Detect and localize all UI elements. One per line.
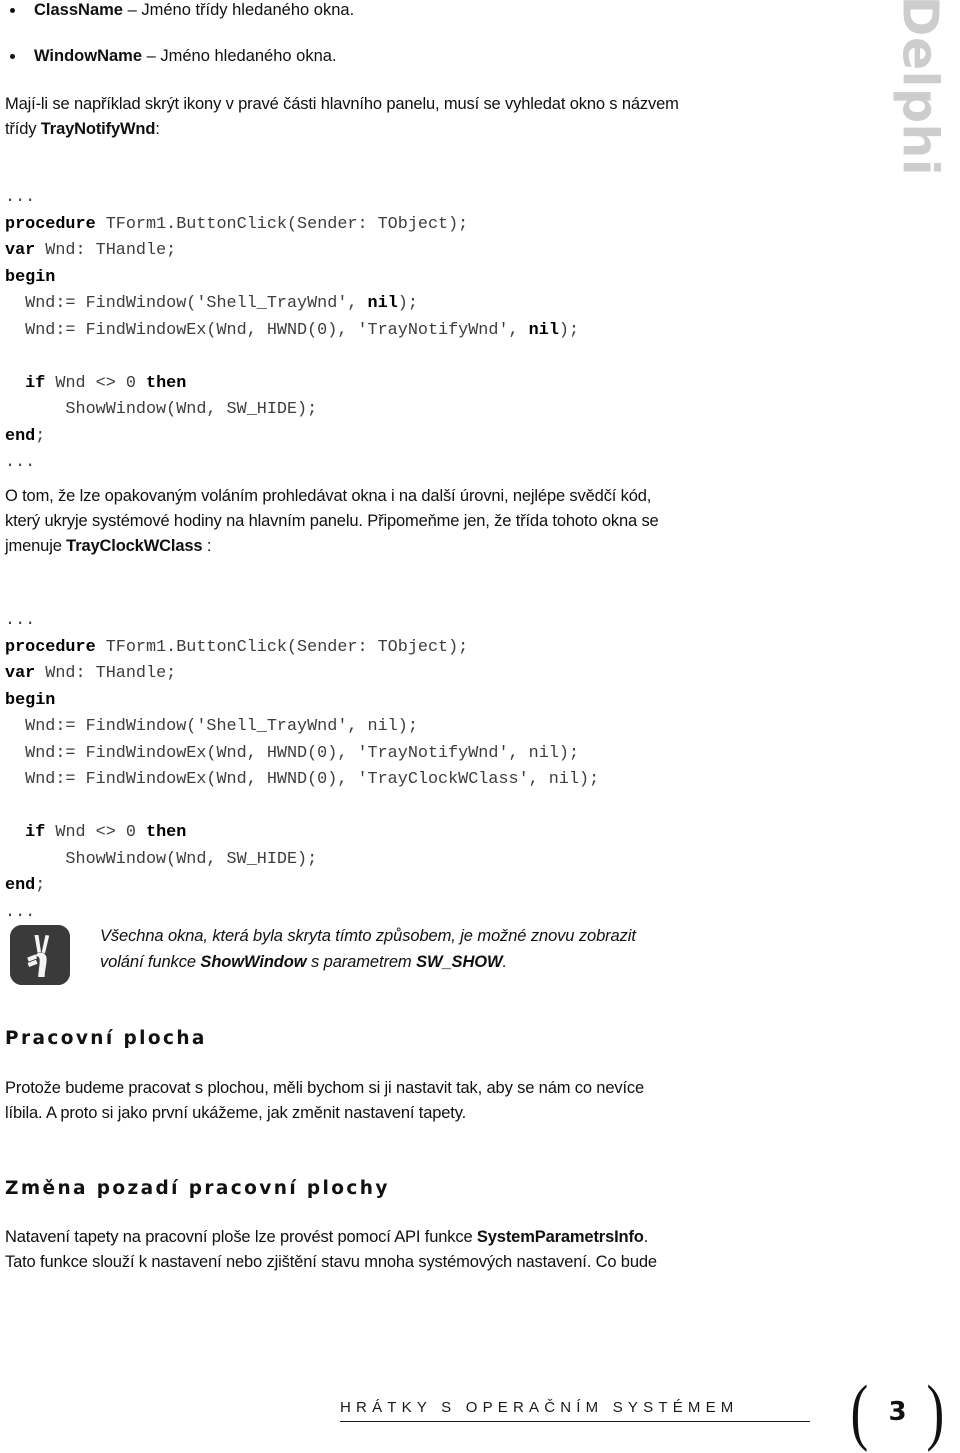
code-ellipsis: ... [5,453,36,472]
code-keyword: if [5,823,46,842]
section-2-paragraph: Natavení tapety na pracovní ploše lze pr… [5,1225,795,1275]
code-ellipsis: ... [5,188,36,207]
code-keyword: then [146,823,187,842]
intro-paragraph: Mají-li se například skrýt ikony v pravé… [5,92,795,142]
code-text: ); [397,294,418,313]
code-keyword: var [5,241,36,260]
middle-line-3-suffix: : [202,537,212,555]
code-text: Wnd:= FindWindowEx(Wnd, HWND(0), 'TrayNo… [5,320,529,340]
code-keyword: procedure [5,637,96,657]
section-2-line-2: Tato funkce slouží k nastavení nebo zjiš… [5,1253,657,1271]
paragraph-line: třídy TrayNotifyWnd: [5,117,795,142]
bullet-description: Jméno třídy hledaného okna. [141,1,355,19]
paragraph-line: Protože budeme pracovat s plochou, měli … [5,1076,795,1101]
paragraph-line: Mají-li se například skrýt ikony v pravé… [5,92,795,117]
section-heading: Pracovní plocha [5,1028,207,1049]
code-text: ; [35,876,46,895]
note-function-name: ShowWindow [200,953,307,971]
code-text: Wnd:= FindWindowEx(Wnd, HWND(0), 'TrayNo… [5,743,580,763]
code-keyword: var [5,664,36,683]
middle-paragraph: O tom, že lze opakovaným voláním prohled… [5,484,795,559]
paragraph-line: Tato funkce slouží k nastavení nebo zjiš… [5,1250,795,1275]
bracket-right: ) [926,1371,945,1453]
bullet-dash: – [142,47,161,65]
code-keyword: nil [528,320,559,340]
code-text: TForm1.ButtonClick(Sender: TObject); [95,214,469,234]
section-1-line-2: líbila. A proto si jako první ukážeme, j… [5,1104,467,1122]
code-text: Wnd:= FindWindow('Shell_TrayWnd', [5,294,368,313]
list-item: WindowName – Jméno hledaného okna. [5,46,795,67]
bullet-description: Jméno hledaného okna. [160,47,337,65]
bullet-term: WindowName [34,47,143,65]
middle-line-2: který ukryje systémové hodiny na hlavním… [5,512,659,530]
intro-line-2-suffix: : [155,120,160,138]
middle-class-name: TrayClockWClass [66,537,203,555]
note-constant-name: SW_SHOW [416,953,503,971]
footer-chapter-title: HRÁTKY S OPERAČNÍM SYSTÉMEM [340,1399,810,1422]
bullet-dash: – [122,1,142,19]
section-2-line-1-prefix: Natavení tapety na pracovní ploše lze pr… [5,1228,477,1246]
note-line-2-prefix: volání funkce [100,953,201,971]
definition-bullet-list: ClassName – Jméno třídy hledaného okna. … [5,0,795,92]
bullet-term: ClassName [34,1,123,19]
code-text: Wnd:= FindWindowEx(Wnd, HWND(0), 'TrayCl… [5,770,600,789]
code-text: ); [558,320,580,340]
code-listing: ... procedure TForm1.ButtonClick(Sender:… [5,185,795,477]
paragraph-line: líbila. A proto si jako první ukážeme, j… [5,1101,795,1126]
paragraph-line: který ukryje systémové hodiny na hlavním… [5,509,795,534]
code-text: ; [35,426,46,446]
note-line-2-suffix: . [502,953,507,971]
paragraph-line: Natavení tapety na pracovní ploše lze pr… [5,1225,795,1250]
code-keyword: nil [367,294,398,313]
section-1-line-1: Protože budeme pracovat s plochou, měli … [5,1079,645,1097]
code-keyword: begin [5,267,56,287]
section-1-heading-wrap: Pracovní plocha [5,1028,795,1049]
brand-rail: Delphi [880,0,960,240]
note-line-2: volání funkce ShowWindow s parametrem SW… [100,949,795,975]
code-block-2: ... procedure TForm1.ButtonClick(Sender:… [5,608,795,926]
page-footer: HRÁTKY S OPERAČNÍM SYSTÉMEM ( 3 ) [0,1371,960,1453]
paragraph-line: O tom, že lze opakovaným voláním prohled… [5,484,795,509]
code-keyword: end [5,876,36,895]
code-text: TForm1.ButtonClick(Sender: TObject); [95,637,469,657]
bullet-dot-icon [10,54,15,59]
code-keyword: begin [5,690,56,710]
intro-line-1: Mají-li se například skrýt ikony v pravé… [5,95,679,113]
delphi-vertical-label: Delphi [891,0,949,177]
code-ellipsis: ... [5,611,36,630]
section-2-heading-wrap: Změna pozadí pracovní plochy [5,1178,795,1199]
code-text: Wnd: THandle; [35,664,177,683]
intro-line-2-prefix: třídy [5,120,41,138]
section-2-line-1-suffix: . [643,1228,649,1246]
bullet-dot-icon [10,8,15,13]
paragraph-line: jmenuje TrayClockWClass : [5,534,795,559]
section-2-api-name: SystemParametrsInfo [476,1228,644,1246]
code-ellipsis: ... [5,902,36,922]
code-keyword: procedure [5,214,96,234]
note-line-1: Všechna okna, která byla skryta tímto zp… [100,927,636,945]
section-1-paragraph: Protože budeme pracovat s plochou, měli … [5,1076,795,1126]
intro-class-name: TrayNotifyWnd [40,120,156,138]
code-block-1: ... procedure TForm1.ButtonClick(Sender:… [5,185,795,477]
code-text: Wnd <> 0 [45,373,147,393]
hand-victory-icon [10,925,70,985]
middle-line-3-prefix: jmenuje [5,537,67,555]
code-text: ShowWindow(Wnd, SW_HIDE); [5,400,318,419]
code-text: Wnd <> 0 [45,823,147,842]
code-text: Wnd:= FindWindow('Shell_TrayWnd', nil); [5,717,418,736]
code-keyword: then [146,373,187,393]
note-line-2-mid: s parametrem [306,953,417,971]
code-keyword: if [5,373,46,393]
code-keyword: end [5,426,36,446]
section-heading: Změna pozadí pracovní plochy [5,1178,390,1199]
note-text: Všechna okna, která byla skryta tímto zp… [100,923,795,975]
code-listing: ... procedure TForm1.ButtonClick(Sender:… [5,608,795,926]
note-callout: Všechna okna, která byla skryta tímto zp… [5,923,795,985]
document-page: Delphi ClassName – Jméno třídy hledaného… [0,0,960,1449]
middle-line-1: O tom, že lze opakovaným voláním prohled… [5,487,652,505]
code-text: Wnd: THandle; [35,241,177,260]
code-text: ShowWindow(Wnd, SW_HIDE); [5,849,318,869]
list-item: ClassName – Jméno třídy hledaného okna. [5,0,795,21]
page-number-group: ( 3 ) [845,1371,950,1453]
